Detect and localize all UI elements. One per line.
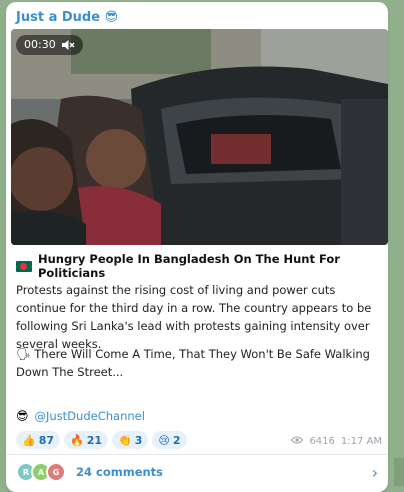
reaction-count: 3 (134, 433, 143, 447)
avatar: G (46, 462, 66, 482)
divider (6, 454, 388, 455)
comments-label: 24 comments (76, 465, 164, 479)
view-count: 6416 (309, 436, 335, 447)
reaction-clap[interactable]: 👏 3 (112, 431, 149, 449)
muted-speaker-icon[interactable] (61, 39, 75, 51)
channel-signature: 😎 @JustDudeChannel (16, 409, 145, 423)
message-bubble: Just a Dude 😎 00:30 Hungry People In Ban… (6, 2, 388, 492)
video-duration: 00:30 (24, 38, 56, 51)
message-meta: 6416 1:17 AM (291, 436, 382, 447)
post-paragraph-1: Protests against the rising cost of livi… (16, 283, 372, 351)
video-player[interactable]: 00:30 (11, 29, 388, 245)
reaction-count: 2 (172, 433, 181, 447)
eye-icon (291, 436, 304, 447)
reaction-count: 21 (86, 433, 103, 447)
sunglasses-emoji: 😎 (16, 409, 29, 423)
channel-name[interactable]: Just a Dude 😎 (16, 10, 118, 25)
clap-icon: 👏 (118, 433, 132, 447)
crying-face-icon: 😢 (158, 433, 170, 447)
fire-icon: 🔥 (70, 433, 84, 447)
reaction-thumbs-up[interactable]: 👍 87 (16, 431, 61, 449)
reactions-bar: 👍 87 🔥 21 👏 3 😢 2 (16, 431, 187, 449)
comments-button[interactable]: R A G 24 comments › (16, 460, 378, 484)
channel-handle-link[interactable]: @JustDudeChannel (35, 409, 145, 423)
bangladesh-flag-icon (16, 260, 32, 272)
headline-text: Hungry People In Bangladesh On The Hunt … (38, 252, 340, 280)
scroll-edge (394, 458, 404, 486)
post-headline: Hungry People In Bangladesh On The Hunt … (16, 252, 381, 280)
reaction-cry[interactable]: 😢 2 (152, 431, 187, 449)
video-duration-pill[interactable]: 00:30 (16, 35, 83, 55)
thumbs-up-icon: 👍 (22, 433, 36, 447)
post-paragraph-2: 🗣 There Will Come A Time, That They Won'… (16, 347, 370, 379)
video-thumbnail (11, 29, 388, 245)
reaction-fire[interactable]: 🔥 21 (64, 431, 109, 449)
chevron-right-icon: › (371, 462, 378, 482)
commenter-avatars: R A G (16, 462, 66, 482)
message-time: 1:17 AM (340, 436, 382, 447)
reaction-count: 87 (38, 433, 55, 447)
